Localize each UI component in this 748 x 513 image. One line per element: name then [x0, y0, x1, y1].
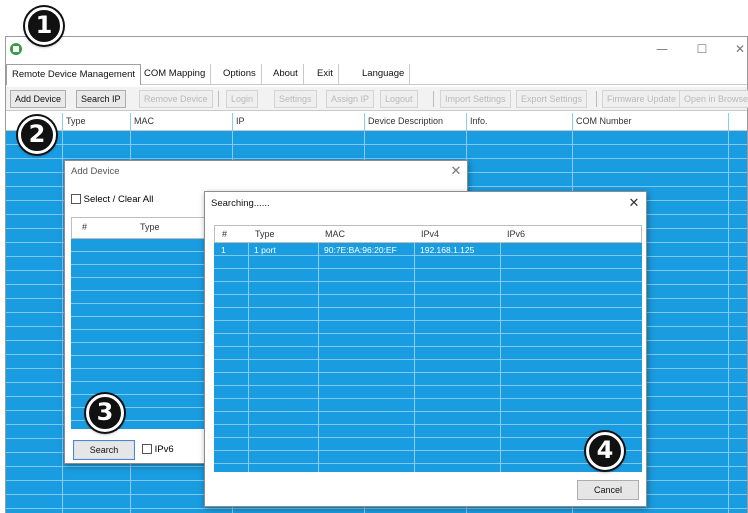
column-com-number[interactable]: COM Number [576, 116, 632, 126]
add-device-close-button[interactable]: ✕ [447, 163, 465, 181]
toolbar-separator [218, 91, 219, 107]
column-index: # [82, 222, 88, 232]
device-grid-header: Type MAC IP Device Description Info. COM… [6, 113, 747, 131]
column-ip[interactable]: IP [236, 116, 245, 126]
column-type: Type [255, 229, 275, 239]
remove-device-button[interactable]: Remove Device [139, 90, 213, 108]
results-divider [248, 243, 249, 472]
add-device-grid-header: # Type [71, 217, 211, 239]
result-type: 1 port [254, 245, 276, 255]
callout-4: 4 [586, 432, 624, 470]
column-index: # [222, 229, 228, 239]
open-in-browser-button[interactable]: Open in Browser [679, 90, 748, 108]
search-button[interactable]: Search [73, 440, 135, 460]
column-type: Type [140, 222, 160, 232]
toolbar-separator [596, 91, 597, 107]
ipv6-label: IPv6 [154, 444, 174, 455]
column-info[interactable]: Info. [470, 116, 488, 126]
add-device-button[interactable]: Add Device [10, 90, 67, 108]
select-all-checkbox[interactable] [71, 194, 81, 205]
tab-about[interactable]: About [268, 64, 304, 84]
callout-3: 3 [86, 394, 124, 432]
settings-button[interactable]: Settings [274, 90, 317, 108]
search-results-header: # Type MAC IPv4 IPv6 [214, 225, 642, 243]
firmware-update-button[interactable]: Firmware Update [602, 90, 682, 108]
result-ipv4: 192.168.1.125 [420, 245, 475, 255]
callout-1: 1 [25, 7, 63, 45]
results-divider [414, 243, 415, 472]
assign-ip-button[interactable]: Assign IP [326, 90, 375, 108]
minimize-button[interactable]: — [648, 40, 676, 58]
tab-exit[interactable]: Exit [312, 64, 339, 84]
column-ipv4: IPv4 [421, 229, 440, 239]
result-mac: 90:7E:BA:96:20:EF [324, 245, 397, 255]
ipv6-checkbox[interactable] [142, 444, 152, 455]
menu-bar: Remote Device Management COM Mapping Opt… [6, 63, 747, 85]
tab-language[interactable]: Language [357, 64, 411, 84]
searching-close-button[interactable]: ✕ [625, 195, 643, 213]
result-index: 1 [221, 245, 226, 255]
results-divider [500, 243, 501, 472]
column-ipv6: IPv6 [507, 229, 526, 239]
import-settings-button[interactable]: Import Settings [440, 90, 511, 108]
select-all-row[interactable]: Select / Clear All [71, 194, 153, 205]
tab-remote-device-management[interactable]: Remote Device Management [6, 64, 142, 85]
export-settings-button[interactable]: Export Settings [516, 90, 588, 108]
grid-divider [728, 113, 729, 513]
login-button[interactable]: Login [226, 90, 259, 108]
maximize-button[interactable]: ☐ [688, 40, 716, 58]
ipv6-option[interactable]: IPv6 [142, 444, 174, 455]
logout-button[interactable]: Logout [380, 90, 418, 108]
tab-com-mapping[interactable]: COM Mapping [139, 64, 212, 84]
add-device-dialog-title: Add Device [65, 161, 467, 183]
select-all-label: Select / Clear All [83, 194, 154, 205]
column-mac: MAC [325, 229, 345, 239]
searching-dialog: Searching...... ✕ # Type MAC IPv4 IPv6 1… [204, 191, 647, 507]
tab-options[interactable]: Options [218, 64, 262, 84]
search-result-row[interactable]: 1 1 port 90:7E:BA:96:20:EF 192.168.1.125 [214, 244, 642, 256]
callout-2: 2 [18, 116, 56, 154]
column-device-description[interactable]: Device Description [368, 116, 443, 126]
search-results-body: 1 1 port 90:7E:BA:96:20:EF 192.168.1.125 [214, 243, 642, 472]
results-divider [318, 243, 319, 472]
app-icon [10, 43, 22, 55]
column-mac[interactable]: MAC [134, 116, 154, 126]
searching-dialog-title: Searching...... [205, 192, 646, 216]
close-button[interactable]: ✕ [726, 40, 748, 58]
toolbar-separator [433, 91, 434, 107]
column-type[interactable]: Type [66, 116, 86, 126]
toolbar: Add Device Search IP Remove Device Login… [6, 87, 748, 111]
grid-divider [62, 113, 63, 513]
title-bar: — ☐ ✕ [6, 37, 747, 61]
search-ip-button[interactable]: Search IP [76, 90, 126, 108]
cancel-button[interactable]: Cancel [577, 480, 639, 500]
